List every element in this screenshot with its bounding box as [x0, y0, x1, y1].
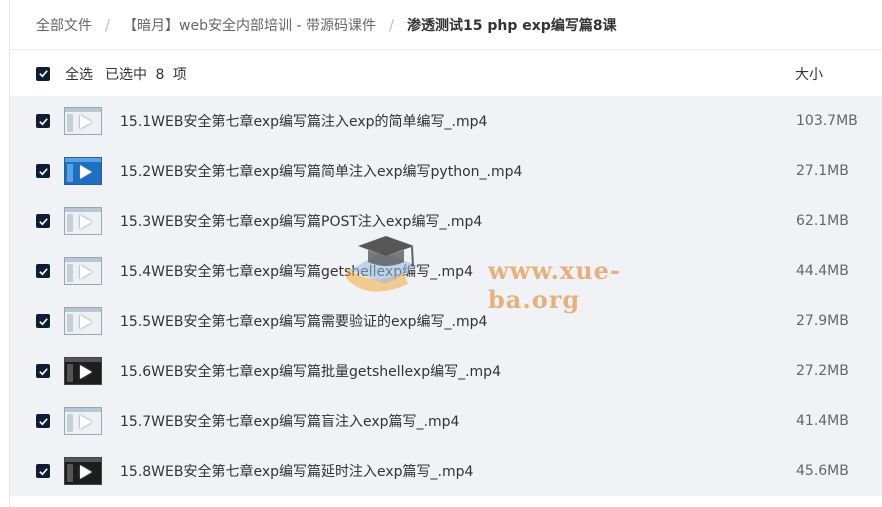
- file-row[interactable]: 15.5WEB安全第七章exp编写篇需要验证的exp编写_.mp4 27.9MB: [10, 296, 882, 346]
- breadcrumb-separator: /: [388, 16, 395, 34]
- checkmark-icon: [38, 217, 48, 225]
- video-thumbnail-icon[interactable]: [64, 107, 102, 135]
- checkmark-icon: [38, 167, 48, 175]
- video-thumbnail-icon[interactable]: [64, 207, 102, 235]
- file-size: 45.6MB: [796, 463, 849, 479]
- file-row[interactable]: 15.7WEB安全第七章exp编写篇盲注入exp篇写_.mp4 41.4MB: [10, 396, 882, 446]
- file-size: 103.7MB: [796, 113, 858, 129]
- file-row[interactable]: 15.2WEB安全第七章exp编写篇简单注入exp编写python_.mp4 2…: [10, 146, 882, 196]
- file-name[interactable]: 15.1WEB安全第七章exp编写篇注入exp的简单编写_.mp4: [120, 111, 487, 131]
- select-all-checkbox[interactable]: [36, 66, 50, 81]
- file-name[interactable]: 15.4WEB安全第七章exp编写篇getshellexp编写_.mp4: [120, 261, 473, 281]
- select-all-label[interactable]: 全选: [65, 64, 93, 84]
- video-thumbnail-icon[interactable]: [64, 357, 102, 385]
- checkmark-icon: [38, 417, 48, 425]
- breadcrumb: 全部文件 / 【暗月】web安全内部培训 - 带源码课件 / 渗透测试15 ph…: [36, 0, 882, 50]
- file-checkbox[interactable]: [36, 114, 50, 128]
- file-name[interactable]: 15.6WEB安全第七章exp编写篇批量getshellexp编写_.mp4: [120, 361, 501, 381]
- file-size: 27.9MB: [796, 313, 849, 329]
- file-size: 27.1MB: [796, 163, 849, 179]
- checkmark-icon: [38, 367, 48, 375]
- file-row[interactable]: 15.8WEB安全第七章exp编写篇延时注入exp篇写_.mp4 45.6MB: [10, 446, 882, 496]
- selected-count-label: 已选中 8 项: [105, 66, 187, 83]
- file-name[interactable]: 15.7WEB安全第七章exp编写篇盲注入exp篇写_.mp4: [120, 411, 459, 431]
- file-row[interactable]: 15.1WEB安全第七章exp编写篇注入exp的简单编写_.mp4 103.7M…: [10, 96, 882, 146]
- file-name[interactable]: 15.5WEB安全第七章exp编写篇需要验证的exp编写_.mp4: [120, 311, 487, 331]
- checkmark-icon: [38, 267, 48, 275]
- file-name[interactable]: 15.2WEB安全第七章exp编写篇简单注入exp编写python_.mp4: [120, 161, 522, 181]
- file-checkbox[interactable]: [36, 364, 50, 378]
- video-thumbnail-icon[interactable]: [64, 457, 102, 485]
- breadcrumb-separator: /: [105, 16, 111, 34]
- video-thumbnail-icon[interactable]: [64, 307, 102, 335]
- size-column-header[interactable]: 大小: [795, 64, 823, 84]
- checkmark-icon: [38, 117, 48, 125]
- file-checkbox[interactable]: [36, 214, 50, 228]
- file-checkbox[interactable]: [36, 264, 50, 278]
- file-row[interactable]: 15.3WEB安全第七章exp编写篇POST注入exp编写_.mp4 62.1M…: [10, 196, 882, 246]
- file-size: 44.4MB: [796, 263, 849, 279]
- file-row[interactable]: 15.4WEB安全第七章exp编写篇getshellexp编写_.mp4 44.…: [10, 246, 882, 296]
- file-size: 41.4MB: [796, 413, 849, 429]
- file-checkbox[interactable]: [36, 414, 50, 428]
- checkmark-icon: [38, 70, 48, 78]
- file-list: 15.1WEB安全第七章exp编写篇注入exp的简单编写_.mp4 103.7M…: [10, 96, 882, 496]
- checkmark-icon: [38, 467, 48, 475]
- file-row[interactable]: 15.6WEB安全第七章exp编写篇批量getshellexp编写_.mp4 2…: [10, 346, 882, 396]
- file-name[interactable]: 15.3WEB安全第七章exp编写篇POST注入exp编写_.mp4: [120, 211, 482, 231]
- breadcrumb-current-folder: 渗透测试15 php exp编写篇8课: [407, 18, 617, 34]
- file-size: 62.1MB: [796, 213, 849, 229]
- file-checkbox[interactable]: [36, 314, 50, 328]
- video-thumbnail-icon[interactable]: [64, 157, 102, 185]
- breadcrumb-all-files[interactable]: 全部文件: [36, 15, 92, 35]
- file-checkbox[interactable]: [36, 464, 50, 478]
- file-name[interactable]: 15.8WEB安全第七章exp编写篇延时注入exp篇写_.mp4: [120, 461, 473, 481]
- list-header: 全选 已选中 8 项 大小: [10, 49, 882, 97]
- video-thumbnail-icon[interactable]: [64, 257, 102, 285]
- file-checkbox[interactable]: [36, 164, 50, 178]
- breadcrumb-parent-folder[interactable]: 【暗月】web安全内部培训 - 带源码课件: [123, 15, 376, 35]
- checkmark-icon: [38, 317, 48, 325]
- file-size: 27.2MB: [796, 363, 849, 379]
- video-thumbnail-icon[interactable]: [64, 407, 102, 435]
